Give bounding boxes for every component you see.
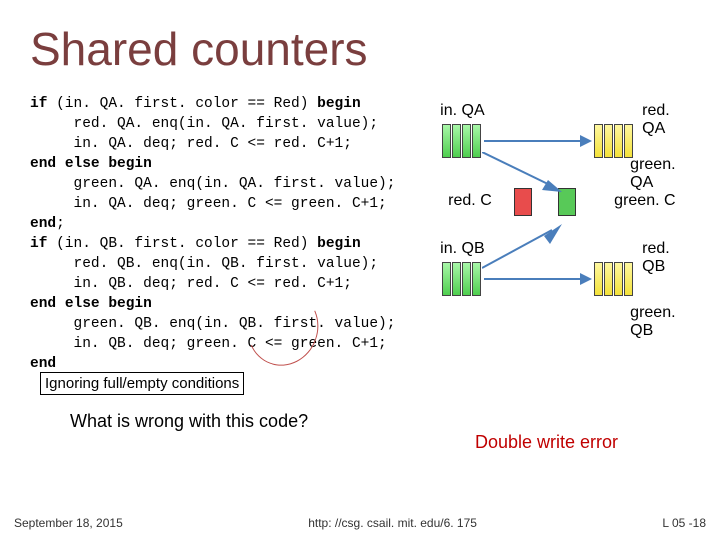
- queue-inqa: [442, 124, 481, 158]
- label-inqb: in. QB: [440, 240, 484, 258]
- arrow-inqb-redqb: [484, 269, 594, 289]
- label-greenc: green. C: [614, 192, 675, 210]
- code-column: if (in. QA. first. color == Red) begin r…: [30, 94, 422, 432]
- label-greenqa: green. QA: [630, 156, 690, 192]
- footer-date: September 18, 2015: [14, 516, 123, 530]
- label-inqa: in. QA: [440, 102, 484, 120]
- arrow-inqa-green: [482, 152, 592, 196]
- queue-inqb: [442, 262, 481, 296]
- footer-url: http: //csg. csail. mit. edu/6. 175: [308, 516, 477, 530]
- label-redqb: red. QB: [642, 240, 690, 276]
- diagram-column: in. QA red. QA green. QA red. C green. C…: [422, 94, 690, 432]
- question-text: What is wrong with this code?: [70, 411, 422, 432]
- queue-redqa: [594, 124, 633, 158]
- note-box: Ignoring full/empty conditions: [40, 372, 244, 395]
- arrow-inqa-redqa: [484, 131, 594, 151]
- footer-page: L 05 -18: [662, 516, 706, 530]
- label-greenqb: green. QB: [630, 304, 690, 340]
- queue-redqb: [594, 262, 633, 296]
- code-block: if (in. QA. first. color == Red) begin r…: [30, 94, 422, 374]
- footer: September 18, 2015 http: //csg. csail. m…: [0, 516, 720, 530]
- slide-title: Shared counters: [30, 22, 690, 76]
- error-text: Double write error: [475, 432, 618, 453]
- label-redqa: red. QA: [642, 102, 690, 138]
- arrow-inqb-green: [482, 222, 592, 270]
